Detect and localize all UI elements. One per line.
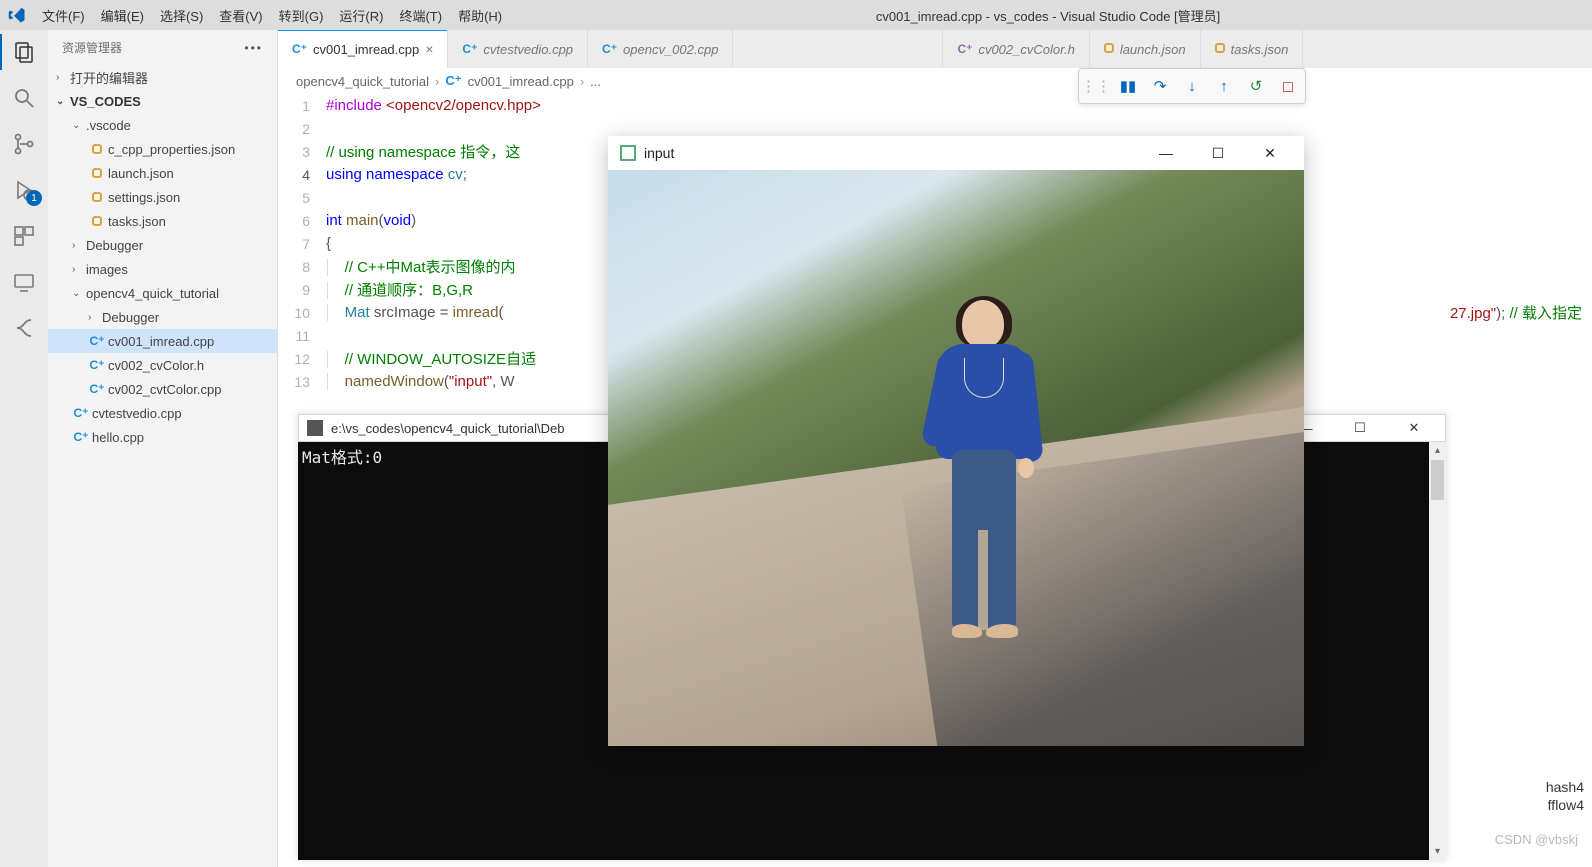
- tab-cv001[interactable]: C⁺cv001_imread.cpp×: [278, 30, 448, 68]
- step-out-icon[interactable]: ↑: [1215, 77, 1233, 95]
- folder-debugger-2[interactable]: ›Debugger: [48, 305, 277, 329]
- file-cv001-imread[interactable]: C⁺cv001_imread.cpp: [48, 329, 277, 353]
- file-tree: ›打开的编辑器 ⌄VS_CODES ⌄.vscode c_cpp_propert…: [48, 65, 277, 867]
- folder-tutorial[interactable]: ⌄opencv4_quick_tutorial: [48, 281, 277, 305]
- tab-launch-json[interactable]: launch.json: [1090, 30, 1201, 68]
- window-title: cv001_imread.cpp - vs_codes - Visual Stu…: [512, 6, 1584, 25]
- image-content: [608, 170, 1304, 746]
- file-tasks-json[interactable]: tasks.json: [48, 209, 277, 233]
- title-bar: 文件(F) 编辑(E) 选择(S) 查看(V) 转到(G) 运行(R) 终端(T…: [0, 0, 1592, 30]
- share-icon[interactable]: [10, 314, 38, 342]
- folder-root[interactable]: ⌄VS_CODES: [48, 89, 277, 113]
- menu-edit[interactable]: 编辑(E): [95, 2, 150, 29]
- run-debug-icon[interactable]: 1: [10, 176, 38, 204]
- breadcrumb-file[interactable]: cv001_imread.cpp: [468, 74, 574, 89]
- tab-cvtestvedio[interactable]: C⁺cvtestvedio.cpp: [448, 30, 588, 68]
- image-app-icon: [620, 145, 636, 161]
- folder-vscode[interactable]: ⌄.vscode: [48, 113, 277, 137]
- file-launch-json[interactable]: launch.json: [48, 161, 277, 185]
- menu-file[interactable]: 文件(F): [36, 2, 91, 29]
- maximize-icon[interactable]: ☐: [1337, 420, 1383, 436]
- sidebar-title: 资源管理器: [62, 39, 122, 56]
- step-over-icon[interactable]: ↷: [1151, 77, 1169, 95]
- close-icon[interactable]: ✕: [1391, 420, 1437, 436]
- breadcrumb-folder[interactable]: opencv4_quick_tutorial: [296, 74, 429, 89]
- side-text: hash4fflow4: [1546, 778, 1584, 814]
- scroll-up-icon[interactable]: ▴: [1429, 442, 1446, 459]
- pause-icon[interactable]: ▮▮: [1119, 77, 1137, 95]
- tab-bar: C⁺cv001_imread.cpp× C⁺cvtestvedio.cpp C⁺…: [278, 30, 1592, 68]
- menu-run[interactable]: 运行(R): [333, 2, 389, 29]
- image-window-title: input: [644, 145, 674, 161]
- extensions-icon[interactable]: [10, 222, 38, 250]
- sidebar-header: 资源管理器 •••: [48, 30, 277, 65]
- close-icon[interactable]: ✕: [1248, 145, 1292, 162]
- image-window: input — ☐ ✕: [608, 136, 1304, 746]
- console-scrollbar[interactable]: ▴ ▾: [1429, 442, 1446, 860]
- file-hello[interactable]: C⁺hello.cpp: [48, 425, 277, 449]
- watermark: CSDN @vbskj: [1495, 832, 1578, 847]
- menu-view[interactable]: 查看(V): [213, 2, 268, 29]
- menu-selection[interactable]: 选择(S): [154, 2, 209, 29]
- console-title: e:\vs_codes\opencv4_quick_tutorial\Deb: [331, 421, 564, 436]
- menu-go[interactable]: 转到(G): [273, 2, 330, 29]
- restart-icon[interactable]: ↺: [1247, 77, 1265, 95]
- file-settings-json[interactable]: settings.json: [48, 185, 277, 209]
- minimize-icon[interactable]: —: [1144, 145, 1188, 161]
- folder-debugger[interactable]: ›Debugger: [48, 233, 277, 257]
- image-titlebar[interactable]: input — ☐ ✕: [608, 136, 1304, 170]
- file-ccpp-properties[interactable]: c_cpp_properties.json: [48, 137, 277, 161]
- breadcrumb-more[interactable]: ...: [590, 74, 601, 89]
- stop-icon[interactable]: ◻: [1279, 77, 1297, 95]
- person-figure: [928, 300, 1038, 640]
- sidebar-more-icon[interactable]: •••: [244, 41, 263, 55]
- close-icon[interactable]: ×: [425, 41, 433, 57]
- explorer-icon[interactable]: [10, 38, 38, 66]
- tab-tasks-json[interactable]: tasks.json: [1201, 30, 1304, 68]
- sidebar: 资源管理器 ••• ›打开的编辑器 ⌄VS_CODES ⌄.vscode c_c…: [48, 30, 278, 867]
- file-cv002-cvcolor-h[interactable]: C⁺cv002_cvColor.h: [48, 353, 277, 377]
- source-control-icon[interactable]: [10, 130, 38, 158]
- step-into-icon[interactable]: ↓: [1183, 77, 1201, 95]
- debug-toolbar[interactable]: ⋮⋮ ▮▮ ↷ ↓ ↑ ↺ ◻: [1078, 68, 1306, 104]
- search-icon[interactable]: [10, 84, 38, 112]
- scroll-thumb[interactable]: [1431, 460, 1444, 500]
- tab-spacer: [733, 30, 943, 68]
- folder-images[interactable]: ›images: [48, 257, 277, 281]
- open-editors-section[interactable]: ›打开的编辑器: [48, 65, 277, 89]
- file-cvtestvedio[interactable]: C⁺cvtestvedio.cpp: [48, 401, 277, 425]
- tab-opencv002[interactable]: C⁺opencv_002.cpp: [588, 30, 733, 68]
- scroll-down-icon[interactable]: ▾: [1429, 843, 1446, 860]
- vscode-logo-icon: [8, 6, 26, 24]
- grip-icon[interactable]: ⋮⋮: [1087, 77, 1105, 95]
- activity-bar: 1: [0, 30, 48, 867]
- remote-icon[interactable]: [10, 268, 38, 296]
- tab-cvcolor-h[interactable]: C⁺cv002_cvColor.h: [943, 30, 1089, 68]
- debug-badge: 1: [26, 190, 42, 206]
- breadcrumbs[interactable]: opencv4_quick_tutorial› C⁺cv001_imread.c…: [278, 68, 1592, 94]
- maximize-icon[interactable]: ☐: [1196, 145, 1240, 162]
- file-cv002-cvtcolor-cpp[interactable]: C⁺cv002_cvtColor.cpp: [48, 377, 277, 401]
- console-app-icon: [307, 420, 323, 436]
- menu-terminal[interactable]: 终端(T): [393, 2, 448, 29]
- menu-help[interactable]: 帮助(H): [452, 2, 508, 29]
